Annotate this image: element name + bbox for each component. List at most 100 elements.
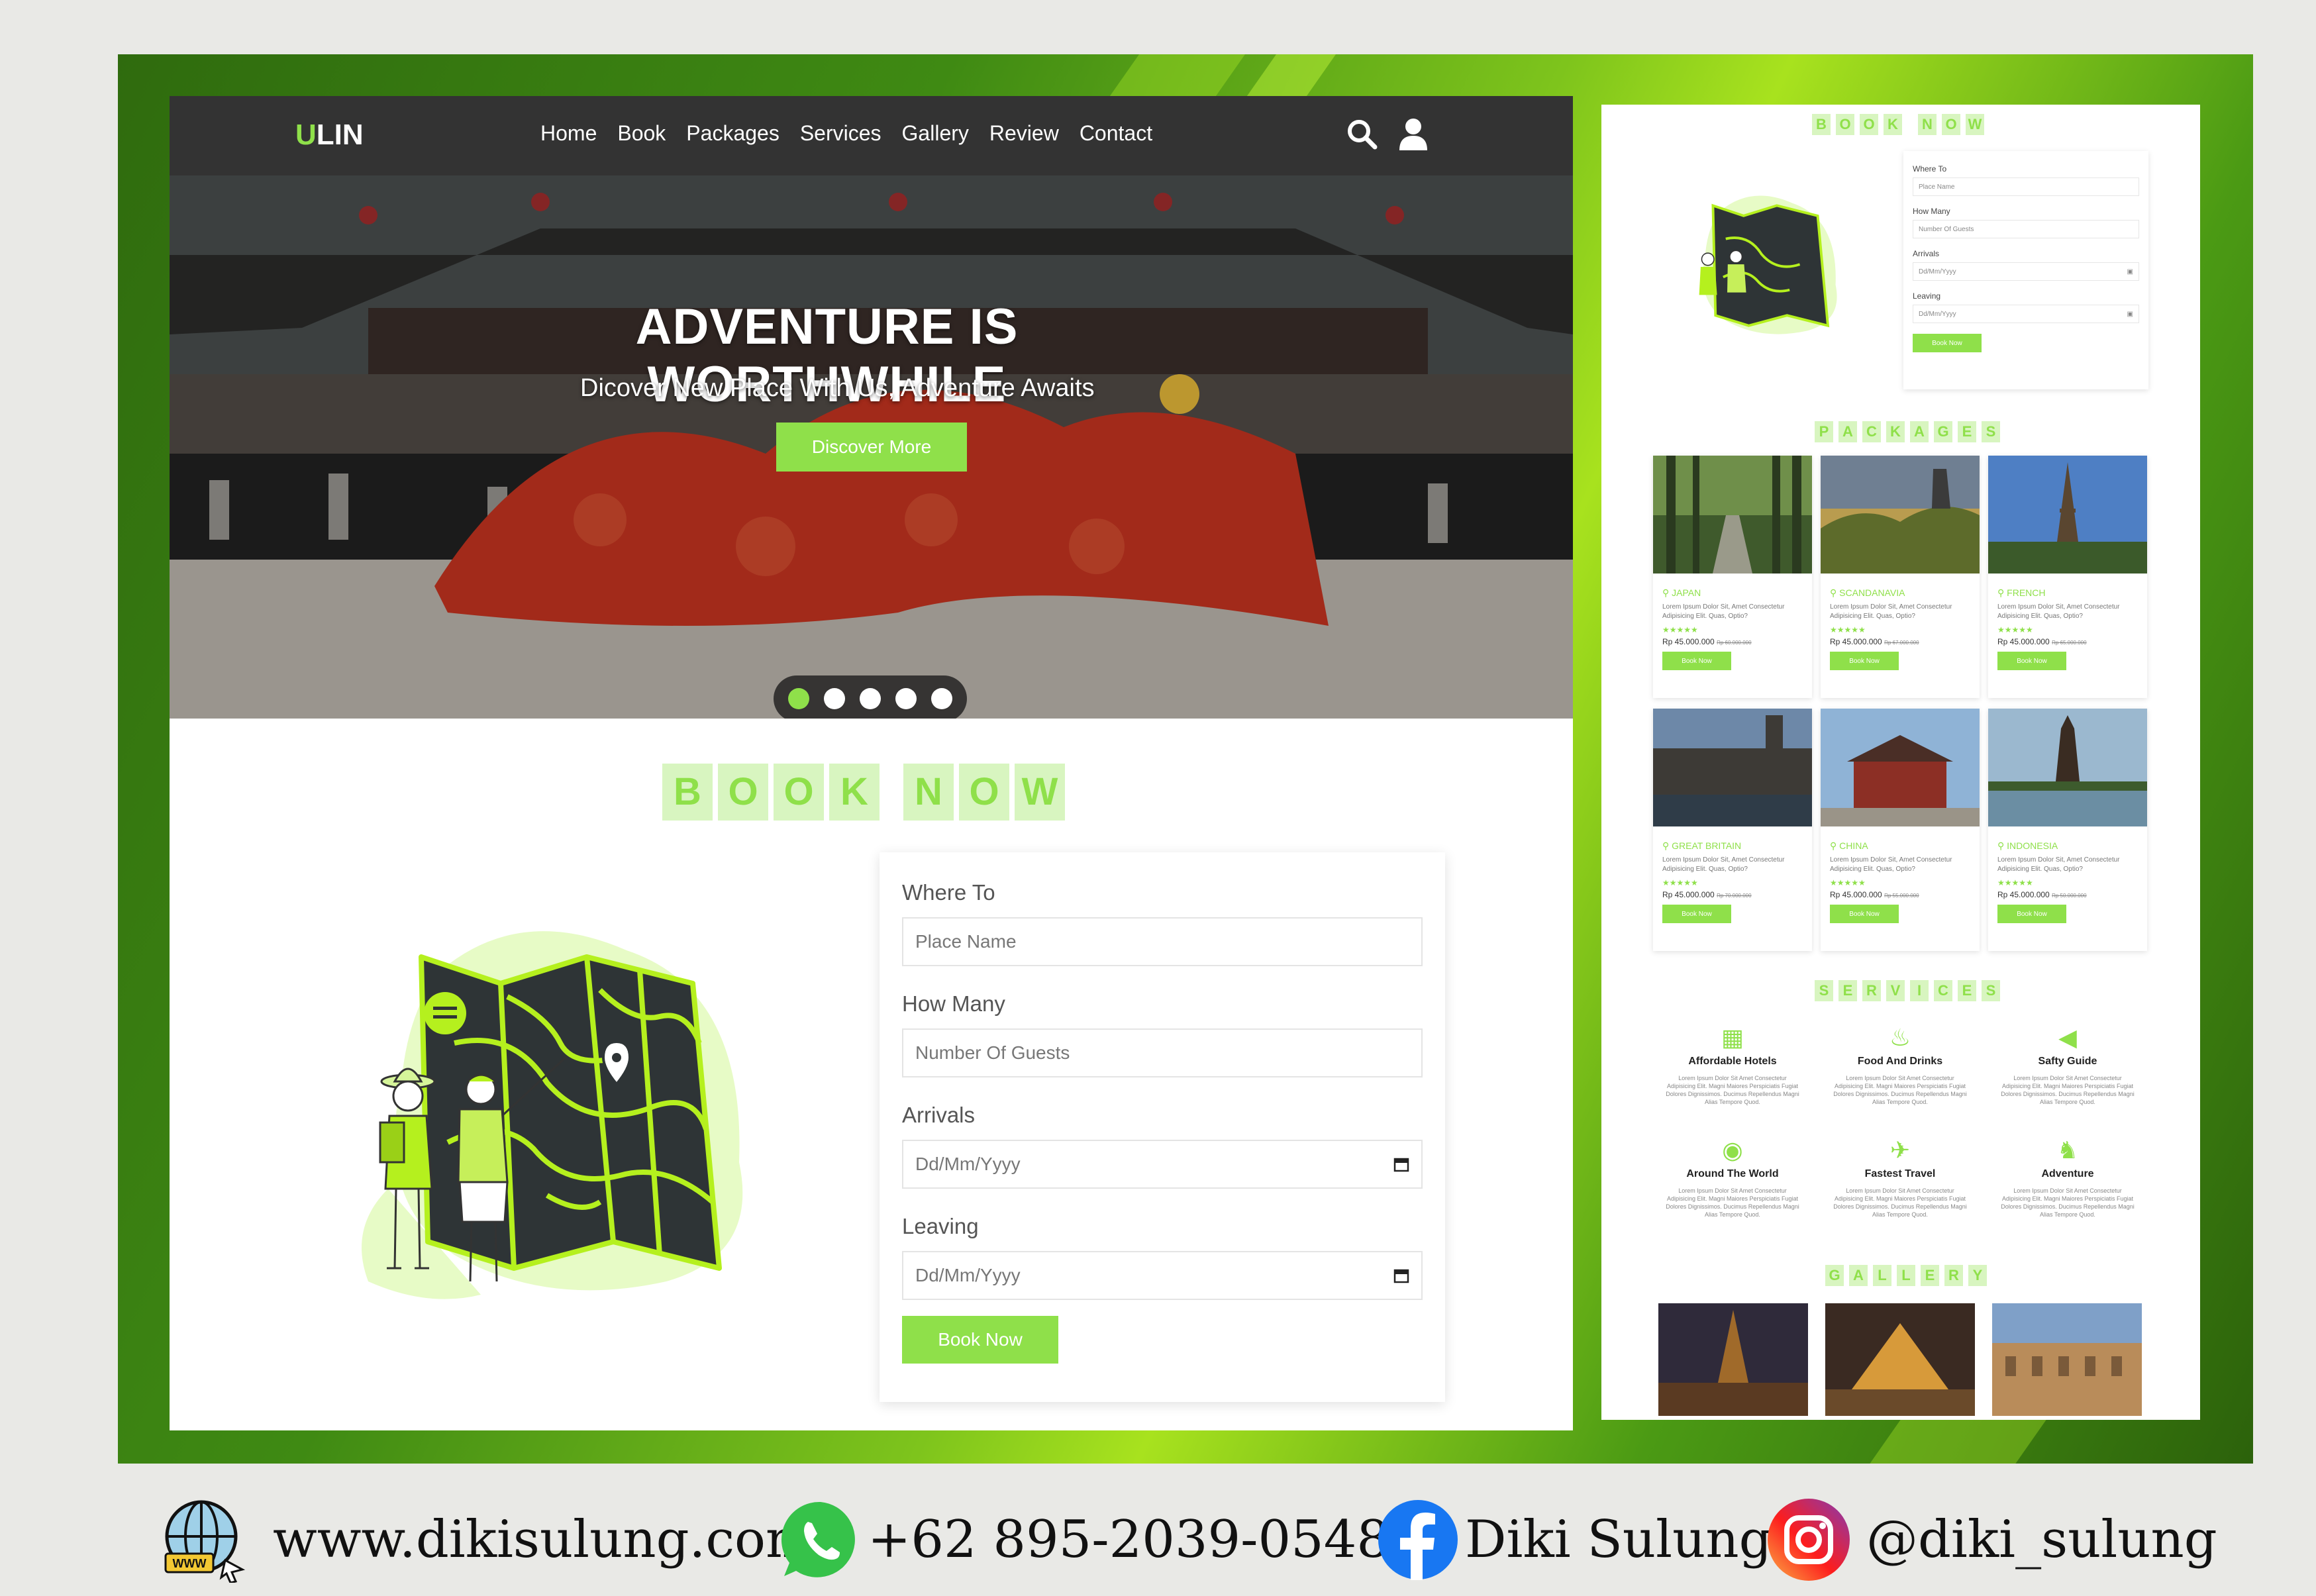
heading-letter: R [1862,980,1881,1001]
package-book-button[interactable]: Book Now [1997,905,2066,923]
side-map-illustration [1699,195,1837,334]
nav-review[interactable]: Review [989,121,1059,146]
leaving-date-input[interactable]: Dd/Mm/Yyyy [902,1251,1423,1300]
heading-letter: N [1918,114,1937,135]
logo[interactable]: ULIN [295,119,364,152]
service-title: Around The World [1686,1168,1779,1179]
side-leaving-input[interactable]: Dd/Mm/Yyyy ▣ [1913,305,2139,323]
hotel-icon: ▦ [1721,1024,1744,1051]
where-placeholder: Place Name [915,931,1017,952]
slider-dot-3[interactable] [860,688,881,709]
service-item: ✈ Fastest Travel Lorem Ipsum Dolor Sit Ame… [1821,1136,1980,1219]
slider-dots [774,675,967,719]
gallery-image[interactable] [1992,1303,2142,1416]
heading-letter: W [1015,764,1065,821]
search-icon[interactable] [1345,117,1380,152]
slider-dot-1[interactable] [788,688,809,709]
service-title: Safty Guide [2038,1056,2097,1067]
website-text[interactable]: www.dikisulung.com [273,1510,815,1570]
calendar-icon[interactable]: ▣ [2127,268,2133,275]
package-price: Rp 45.000.000 Rp 70.000.000 [1662,890,1803,899]
heading-letter: E [1958,980,1976,1001]
discover-more-button[interactable]: Discover More [776,423,967,472]
service-description: Lorem Ipsum Dolor Sit Amet Consectetur A… [2001,1187,2135,1218]
facebook-text[interactable]: Diki Sulung [1465,1510,1772,1570]
heading-letter: C [1934,980,1952,1001]
calendar-icon[interactable] [1393,1156,1409,1172]
side-leaving-value: Dd/Mm/Yyyy [1919,310,1956,318]
side-guests-input[interactable]: Number Of Guests [1913,220,2139,238]
heading-letter: P [1815,421,1833,442]
location-text: SCANDANAVIA [1839,587,1905,598]
heading-letter: S [1982,421,2000,442]
package-rating: ★★★★★ [1830,625,1866,634]
facebook-contact: Diki Sulung [1376,1483,1772,1596]
side-where-input[interactable]: Place Name [1913,177,2139,196]
where-input[interactable]: Place Name [902,917,1423,966]
arrivals-date-input[interactable]: Dd/Mm/Yyyy [902,1140,1423,1189]
heading-letter: R [1944,1265,1963,1286]
price-old: Rp 50.000.000 [2052,893,2087,899]
package-book-button[interactable]: Book Now [1830,652,1899,670]
plane-icon: ✈ [1889,1136,1911,1164]
heading-letter: W [1966,114,1984,135]
book-now-button[interactable]: Book Now [902,1316,1058,1364]
instagram-text[interactable]: @diki_sulung [1866,1510,2217,1570]
guests-label: How Many [902,991,1005,1016]
service-title: Adventure [2041,1168,2094,1179]
side-book-now-button[interactable]: Book Now [1913,334,1982,352]
nav-gallery[interactable]: Gallery [902,121,969,146]
price-current: Rp 45.000.000 [1997,890,2050,899]
package-book-button[interactable]: Book Now [1662,905,1731,923]
package-description: Lorem Ipsum Dolor Sit, Amet Consectetur … [1997,603,2120,620]
nav-home[interactable]: Home [540,121,597,146]
phone-contact: +62 895-2039-0548 [779,1483,1389,1596]
hero-slider: ADVENTURE IS WORTHWHILE Dicover New Plac… [170,175,1573,719]
service-item: ◀ Safty Guide Lorem Ipsum Dolor Sit Amet C… [1988,1024,2147,1106]
service-title: Fastest Travel [1864,1168,1936,1179]
nav-book[interactable]: Book [617,121,666,146]
price-old: Rp 55.000.000 [1884,893,1919,899]
slider-dot-4[interactable] [895,688,917,709]
nav-packages[interactable]: Packages [686,121,780,146]
phone-text[interactable]: +62 895-2039-0548 [868,1510,1389,1570]
location-text: JAPAN [1672,587,1701,598]
guests-input[interactable]: Number Of Guests [902,1028,1423,1077]
package-image [1988,456,2147,574]
instagram-icon [1768,1499,1850,1581]
service-title: Food And Drinks [1857,1056,1943,1067]
slider-dot-5[interactable] [931,688,952,709]
package-card: ⚲ SCANDANAVIA Lorem Ipsum Dolor Sit, Ame… [1821,456,1980,698]
service-description: Lorem Ipsum Dolor Sit Amet Consectetur A… [1833,1075,1967,1105]
service-item: ▦ Affordable Hotels Lorem Ipsum Dolor Sit … [1653,1024,1812,1106]
service-description: Lorem Ipsum Dolor Sit Amet Consectetur A… [1666,1187,1799,1218]
package-price: Rp 45.000.000 Rp 50.000.000 [1997,890,2138,899]
side-booking-form: Where To Place Name How Many Number Of G… [1903,151,2148,389]
calendar-icon[interactable]: ▣ [2127,311,2133,318]
user-icon[interactable] [1398,117,1429,152]
package-book-button[interactable]: Book Now [1997,652,2066,670]
heading-letter: B [662,764,713,821]
services-heading: SERVICES [1815,980,2000,1001]
calendar-icon[interactable] [1393,1268,1409,1283]
logo-text: LIN [316,119,364,151]
heading-letter: G [1934,421,1952,442]
price-current: Rp 45.000.000 [1662,637,1715,646]
hero-subtitle: Dicover New Place With Us, Adventure Awa… [580,374,1095,402]
nav-contact[interactable]: Contact [1080,121,1152,146]
heading-letter: E [1838,980,1857,1001]
contact-footer: WWW www.dikisulung.com +62 895-2039-0548… [0,1483,2316,1596]
nav-services[interactable]: Services [800,121,881,146]
package-location: ⚲ JAPAN [1662,587,1701,598]
gallery-image[interactable] [1825,1303,1975,1416]
slider-dot-2[interactable] [824,688,845,709]
package-book-button[interactable]: Book Now [1662,652,1731,670]
package-book-button[interactable]: Book Now [1830,905,1899,923]
price-old: Rp 70.000.000 [1717,893,1752,899]
gallery-image[interactable] [1658,1303,1808,1416]
logo-accent: U [295,119,317,151]
package-description: Lorem Ipsum Dolor Sit, Amet Consectetur … [1662,856,1785,873]
price-current: Rp 45.000.000 [1662,890,1715,899]
side-arrivals-input[interactable]: Dd/Mm/Yyyy ▣ [1913,262,2139,281]
package-image [1653,456,1812,574]
